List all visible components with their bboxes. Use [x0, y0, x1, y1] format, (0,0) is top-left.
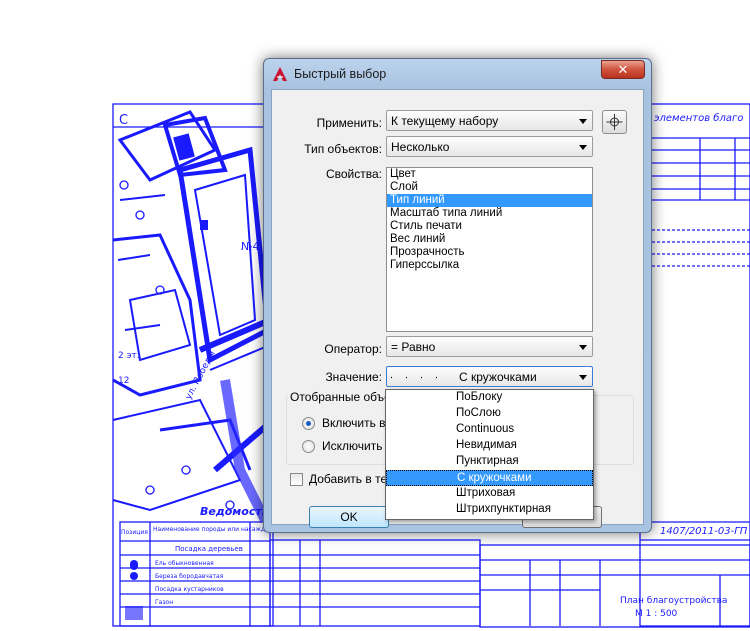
properties-listbox[interactable]: Цвет Слой Тип линий Масштаб типа линий С… — [386, 167, 593, 332]
right-header: элементов благо — [654, 112, 743, 124]
linetype-label: Штрихпунктирная — [456, 503, 551, 515]
linetype-label: Штриховая — [456, 487, 516, 499]
linetype-option[interactable]: Пунктирная — [386, 454, 593, 470]
table-col-position: Позиция — [121, 529, 148, 536]
linetype-label: Пунктирная — [456, 455, 519, 467]
chevron-down-icon — [579, 119, 587, 124]
linetype-option[interactable]: Continuous — [386, 422, 593, 438]
linetype-label: ПоБлоку — [456, 391, 503, 403]
table-row-birch: Береза бородавчатая — [155, 573, 224, 580]
building-number: №4 — [241, 240, 259, 253]
ok-button[interactable]: OK — [309, 506, 389, 528]
linetype-dropdown[interactable]: ПоБлоку ПоСлою Continuous Невидимая Пунк… — [385, 389, 594, 520]
value-combo[interactable]: С кружочками — [386, 366, 593, 387]
table-col-name: Наименование породы или насаждения — [153, 526, 281, 533]
linetype-option[interactable]: Штрихпунктирная — [386, 502, 593, 518]
linetype-label: С кружочками — [457, 472, 532, 484]
operator-value: = Равно — [391, 340, 436, 354]
property-item[interactable]: Масштаб типа линий — [387, 207, 592, 220]
floors-label: 2 эт. — [118, 351, 140, 361]
properties-label: Свойства: — [325, 167, 382, 181]
chevron-down-icon — [579, 345, 587, 350]
linetype-option-selected[interactable]: С кружочками — [386, 470, 593, 486]
linetype-sample-icon — [391, 376, 451, 379]
table-row-trees: Посадка деревьев — [175, 545, 243, 553]
exclude-radio[interactable] — [302, 440, 315, 453]
group-title: Отобранные объек — [288, 390, 399, 404]
object-type-value: Несколько — [391, 140, 450, 154]
autocad-logo-icon — [273, 67, 287, 81]
linetype-option[interactable]: Невидимая — [386, 438, 593, 454]
sheet-corner-letter: С — [119, 113, 128, 128]
value-text: С кружочками — [459, 370, 537, 384]
apply-combo[interactable]: К текущему набору — [386, 110, 593, 131]
plan-title: План благоустройства — [620, 596, 727, 606]
object-type-label: Тип объектов: — [304, 142, 382, 156]
property-item[interactable]: Вес линий — [387, 233, 592, 246]
property-item[interactable]: Слой — [387, 181, 592, 194]
property-item[interactable]: Гиперссылка — [387, 259, 592, 272]
doc-code: 1407/2011-03-ГП — [660, 526, 748, 537]
operator-label: Оператор: — [324, 342, 382, 356]
property-item[interactable]: Прозрачность — [387, 246, 592, 259]
select-objects-button[interactable] — [602, 110, 627, 134]
linetype-option[interactable]: ПоБлоку — [386, 390, 593, 406]
lot-number: 12 — [118, 376, 129, 386]
object-type-combo[interactable]: Несколько — [386, 136, 593, 157]
linetype-option[interactable]: ПоСлою — [386, 406, 593, 422]
property-item[interactable]: Стиль печати — [387, 220, 592, 233]
linetype-label: Continuous — [456, 423, 515, 435]
title-bar[interactable]: Быстрый выбор ✕ — [264, 59, 651, 89]
close-button[interactable]: ✕ — [601, 60, 645, 79]
operator-combo[interactable]: = Равно — [386, 336, 593, 357]
chevron-down-icon — [579, 375, 587, 380]
append-checkbox[interactable] — [290, 473, 303, 486]
dialog-title: Быстрый выбор — [294, 67, 387, 81]
plan-scale: М 1 : 500 — [635, 609, 678, 619]
street-label: ул. Победы — [184, 349, 218, 401]
apply-value: К текущему набору — [391, 114, 499, 128]
linetype-label: ПоСлою — [456, 407, 501, 419]
apply-label: Применить: — [316, 116, 382, 130]
linetype-label: Невидимая — [456, 439, 517, 451]
property-item-selected[interactable]: Тип линий — [387, 194, 592, 207]
linetype-option[interactable]: Штриховая — [386, 486, 593, 502]
property-item[interactable]: Цвет — [387, 168, 592, 181]
table-title: Ведомость — [200, 505, 269, 518]
include-radio[interactable] — [302, 417, 315, 430]
value-label: Значение: — [325, 370, 382, 384]
table-row-lawn: Газон — [155, 599, 173, 606]
table-row-spruce: Ель обыкновенная — [155, 560, 214, 567]
crosshair-icon — [606, 114, 623, 130]
chevron-down-icon — [579, 145, 587, 150]
table-row-shrubs: Посадка кустарников — [155, 586, 224, 593]
